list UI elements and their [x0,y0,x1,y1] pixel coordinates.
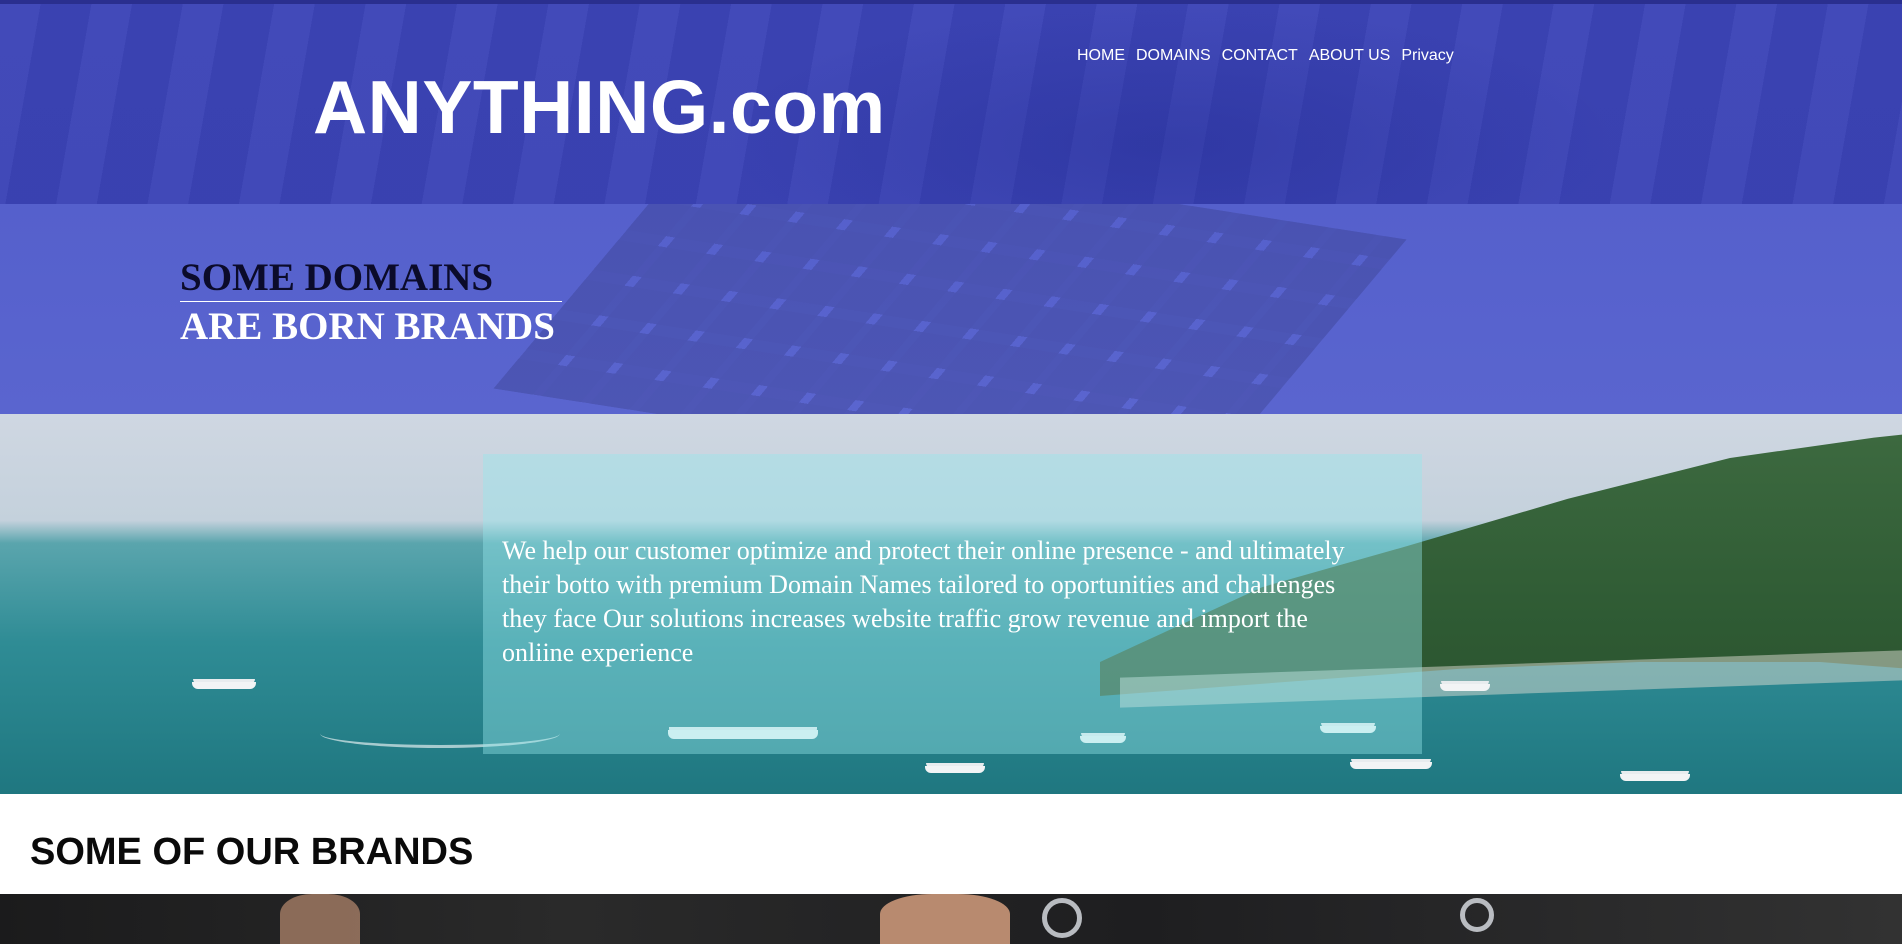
intro-card: We help our customer optimize and protec… [483,454,1422,754]
nav-home[interactable]: HOME [1077,44,1125,68]
wrench-shape [1042,898,1082,938]
brands-heading: SOME OF OUR BRANDS [30,831,474,873]
hero-heading-line-1: SOME DOMAINS [180,256,494,299]
intro-text: We help our customer optimize and protec… [502,536,1345,667]
main-nav: HOME DOMAINS CONTACT ABOUT US Privacy [1077,44,1454,68]
brands-background-image [0,894,1902,944]
hero-heading-line-2: ARE BORN BRANDS [180,305,555,348]
hand-shape [280,894,360,944]
nav-privacy[interactable]: Privacy [1401,44,1453,68]
nav-domains[interactable]: DOMAINS [1136,44,1211,68]
boat-shape [925,766,985,773]
hero-banner: SOME DOMAINS ARE BORN BRANDS [0,204,1902,414]
site-header: ANYTHING.com HOME DOMAINS CONTACT ABOUT … [0,4,1902,204]
boat-shape [1620,774,1690,781]
boat-shape [1350,762,1432,769]
gear-shape [1460,898,1494,932]
boat-shape [1440,684,1490,691]
hand-shape [880,894,1010,944]
nav-about-us[interactable]: ABOUT US [1309,44,1391,68]
site-logo[interactable]: ANYTHING.com [313,62,886,152]
nav-contact[interactable]: CONTACT [1222,44,1298,68]
keyboard-background-image [493,204,1407,414]
boat-shape [192,682,256,689]
hero-divider [180,301,562,302]
